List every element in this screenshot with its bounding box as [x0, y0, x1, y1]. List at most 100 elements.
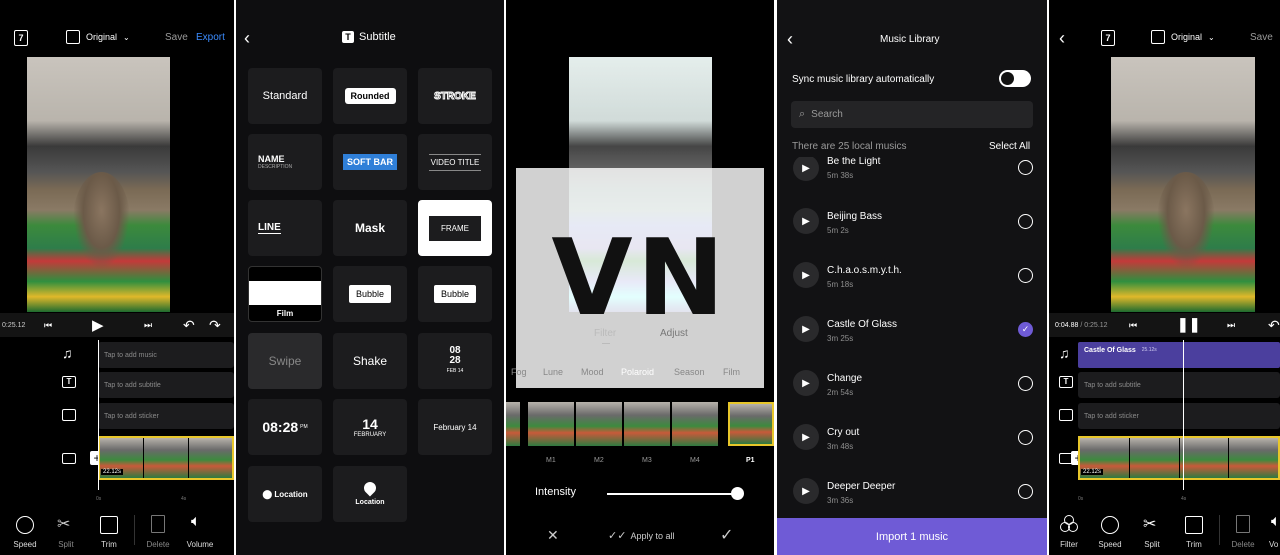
skip-end-icon[interactable]: ⏭ — [144, 320, 152, 331]
sticker-track-icon[interactable] — [1059, 409, 1073, 421]
tab-filter[interactable]: Filter — [594, 328, 616, 339]
speed-tool-icon[interactable] — [16, 516, 34, 534]
list-item[interactable]: ▶ Castle Of Glass 3m 25s ✓ — [777, 303, 1047, 357]
style-film[interactable]: Film — [248, 266, 322, 322]
preset-m3[interactable] — [624, 402, 670, 446]
style-line[interactable]: LINE — [248, 200, 322, 256]
list-item[interactable]: ▶ Deeper Deeper 3m 36s — [777, 465, 1047, 517]
sticker-track[interactable]: Tap to add sticker — [98, 403, 234, 429]
style-mask[interactable]: Mask — [333, 200, 407, 256]
filter-lune[interactable]: Lune — [543, 367, 563, 377]
list-item[interactable]: ▶ Cry out 3m 48s — [777, 411, 1047, 465]
play-icon[interactable]: ▶ — [793, 208, 819, 234]
style-location-2[interactable]: Location — [333, 466, 407, 522]
pause-icon[interactable]: ❚❚ — [1177, 316, 1200, 333]
list-item[interactable]: ▶ Be the Light 5m 38s — [777, 157, 1047, 195]
preset-m2[interactable] — [576, 402, 622, 446]
sticker-track[interactable]: Tap to add sticker — [1078, 403, 1280, 429]
style-date[interactable]: 08 28 FEB 14 — [418, 333, 492, 389]
filter-mood[interactable]: Mood — [581, 367, 604, 377]
style-soft-bar[interactable]: SOFT BAR — [333, 134, 407, 190]
select-all-button[interactable]: Select All — [989, 141, 1030, 152]
style-frame[interactable]: FRAME — [418, 200, 492, 256]
filter-film[interactable]: Film — [723, 367, 740, 377]
subtitle-track[interactable]: Tap to add subtitle — [1078, 372, 1280, 398]
music-clip[interactable]: Castle Of Glass 25.12s — [1078, 342, 1280, 368]
list-item[interactable]: ▶ C.h.a.o.s.m.y.t.h. 5m 18s — [777, 249, 1047, 303]
song-radio-checked[interactable]: ✓ — [1018, 322, 1033, 337]
import-music-button[interactable]: Import 1 music — [777, 518, 1047, 555]
undo-icon[interactable]: ↶ — [1268, 317, 1280, 334]
play-icon[interactable]: ▶ — [793, 316, 819, 342]
song-radio[interactable] — [1018, 430, 1033, 445]
redo-icon[interactable]: ↷ — [209, 317, 221, 334]
song-radio[interactable] — [1018, 268, 1033, 283]
undo-icon[interactable]: ↶ — [183, 317, 195, 334]
export-button[interactable]: Export — [196, 32, 225, 43]
aspect-selector[interactable]: Original ⌄ — [1151, 30, 1215, 44]
preset-m1[interactable] — [528, 402, 574, 446]
filter-season[interactable]: Season — [674, 367, 705, 377]
song-radio[interactable] — [1018, 160, 1033, 175]
song-radio[interactable] — [1018, 484, 1033, 499]
skip-start-icon[interactable]: ⏮ — [44, 320, 52, 331]
tab-adjust[interactable]: Adjust — [660, 328, 688, 339]
draft-icon[interactable]: 7 — [14, 30, 28, 46]
music-track-icon[interactable]: ♫ — [62, 345, 73, 361]
video-clip[interactable] — [1078, 436, 1280, 480]
video-track-icon[interactable] — [62, 453, 76, 464]
play-icon[interactable]: ▶ — [793, 157, 819, 181]
play-icon[interactable]: ▶ — [793, 478, 819, 504]
trash-icon[interactable] — [151, 515, 165, 533]
apply-all-button[interactable]: ✓✓ Apply to all — [608, 529, 674, 542]
style-time[interactable]: 08:28 PM — [248, 399, 322, 455]
scissors-icon[interactable]: ✂ — [57, 514, 70, 534]
trim-icon[interactable] — [100, 516, 118, 534]
style-shake[interactable]: Shake — [333, 333, 407, 389]
song-radio[interactable] — [1018, 214, 1033, 229]
list-item[interactable]: ▶ Change 2m 54s — [777, 357, 1047, 411]
filter-polaroid[interactable]: Polaroid — [621, 367, 654, 377]
preset-m4[interactable] — [672, 402, 718, 446]
close-icon[interactable]: ✕ — [547, 527, 559, 544]
song-radio[interactable] — [1018, 376, 1033, 391]
play-icon[interactable]: ▶ — [793, 370, 819, 396]
preset-p1[interactable] — [728, 402, 774, 446]
play-icon[interactable]: ▶ — [793, 424, 819, 450]
skip-end-icon[interactable]: ⏭ — [1227, 320, 1235, 331]
subtitle-track-icon[interactable]: T — [1059, 376, 1073, 388]
draft-icon[interactable]: 7 — [1101, 30, 1115, 46]
music-track-icon[interactable]: ♫ — [1059, 345, 1070, 361]
play-icon[interactable]: ▶ — [92, 316, 104, 334]
trash-icon[interactable] — [1236, 515, 1250, 533]
search-box[interactable]: ⌕ Search — [791, 101, 1033, 128]
subtitle-track[interactable]: Tap to add subtitle — [98, 372, 234, 398]
style-bubble-1[interactable]: Bubble — [333, 266, 407, 322]
skip-start-icon[interactable]: ⏮ — [1129, 320, 1137, 331]
style-day[interactable]: 14 FEBRUARY — [333, 399, 407, 455]
scissors-icon[interactable]: ✂ — [1143, 514, 1156, 534]
speed-tool-icon[interactable] — [1101, 516, 1119, 534]
list-item[interactable]: ▶ Beijing Bass 5m 2s — [777, 195, 1047, 249]
intensity-slider-thumb[interactable] — [731, 487, 744, 500]
back-arrow-icon[interactable]: ‹ — [787, 29, 793, 50]
style-stroke[interactable]: STROKE — [418, 68, 492, 124]
style-feb[interactable]: February 14 — [418, 399, 492, 455]
style-rounded[interactable]: Rounded — [333, 68, 407, 124]
save-button[interactable]: Save — [1250, 32, 1273, 43]
sticker-track-icon[interactable] — [62, 409, 76, 421]
style-swipe[interactable]: Swipe — [248, 333, 322, 389]
preset-partial[interactable] — [506, 402, 520, 446]
save-button[interactable]: Save — [165, 32, 188, 43]
confirm-check-icon[interactable]: ✓ — [720, 525, 733, 545]
back-arrow-icon[interactable]: ‹ — [1059, 28, 1065, 49]
style-location-1[interactable]: ⬤ Location — [248, 466, 322, 522]
subtitle-track-icon[interactable]: T — [62, 376, 76, 388]
style-name[interactable]: NAME DESCRIPTION — [248, 134, 322, 190]
style-video-title[interactable]: VIDEO TITLE — [418, 134, 492, 190]
trim-icon[interactable] — [1185, 516, 1203, 534]
filter-icon[interactable] — [1060, 515, 1078, 533]
sync-toggle[interactable] — [999, 70, 1031, 87]
playhead[interactable] — [98, 340, 99, 490]
playhead[interactable] — [1183, 340, 1184, 490]
